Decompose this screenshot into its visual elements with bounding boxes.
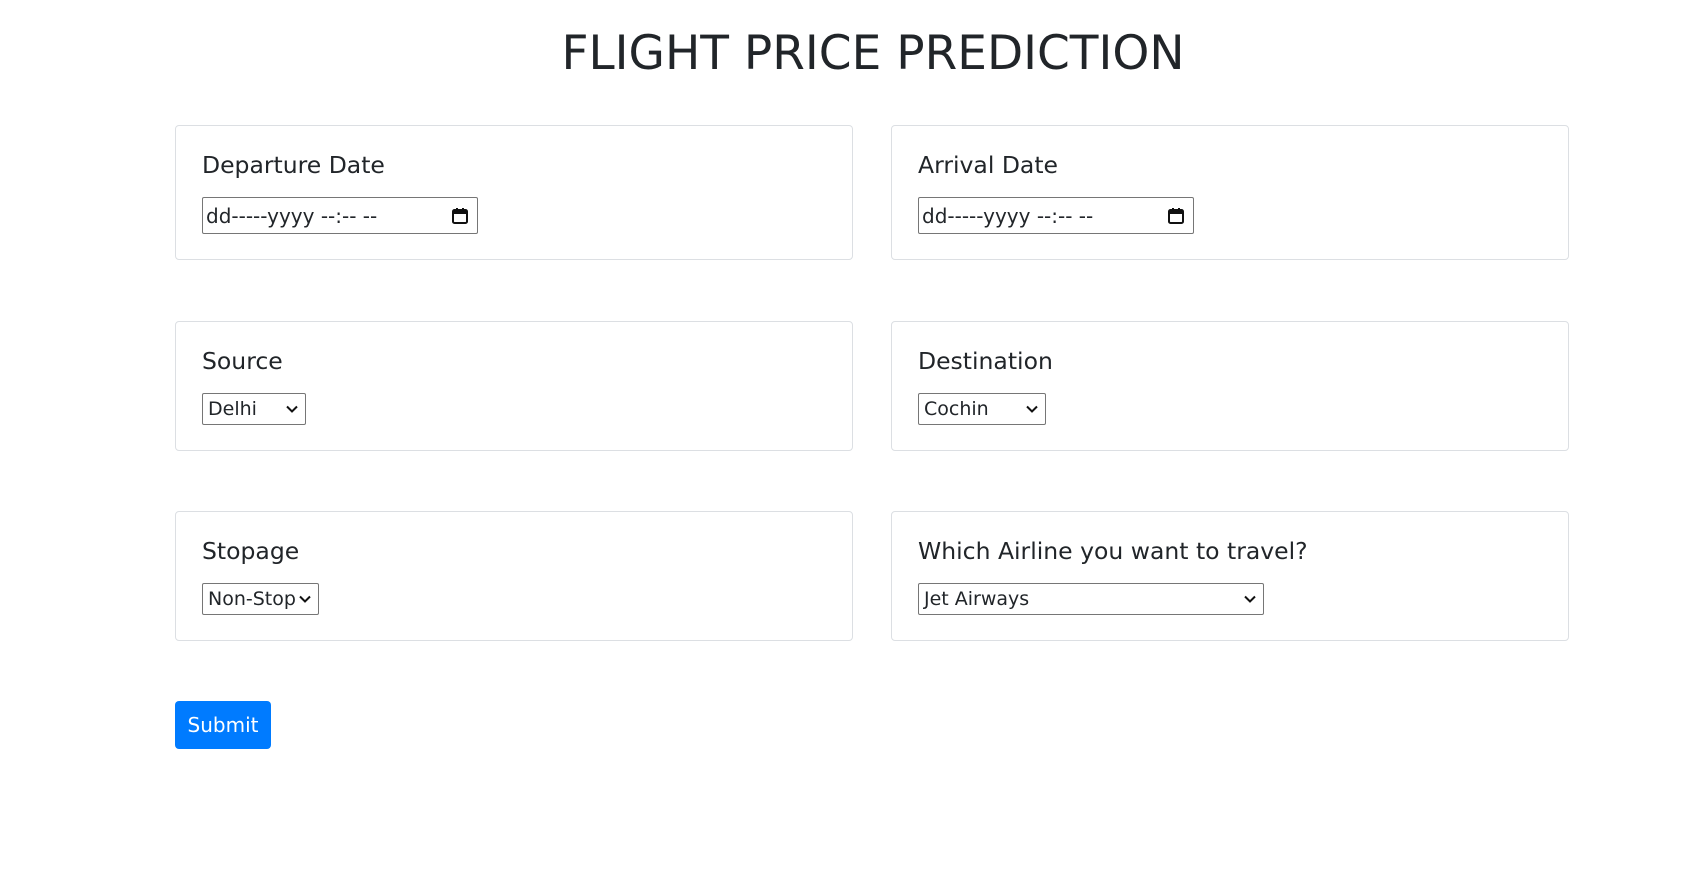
destination-card: Destination Cochin [891,321,1569,451]
chevron-down-icon [1023,400,1041,418]
chevron-down-icon [296,590,314,608]
stopage-selected-value: Non-Stop [208,588,296,610]
chevron-down-icon [1241,590,1259,608]
source-selected-value: Delhi [208,398,257,420]
departure-date-card: Departure Date dd-----yyyy --:-- -- [175,125,853,260]
calendar-icon[interactable] [449,205,471,227]
airline-select[interactable]: Jet Airways [918,583,1264,615]
arrival-date-label: Arrival Date [918,151,1058,179]
destination-select[interactable]: Cochin [918,393,1046,425]
departure-date-placeholder: dd-----yyyy --:-- -- [206,203,378,228]
page-title: FLIGHT PRICE PREDICTION [561,26,1185,81]
calendar-icon[interactable] [1165,205,1187,227]
airline-selected-value: Jet Airways [924,588,1030,610]
arrival-date-input[interactable]: dd-----yyyy --:-- -- [918,197,1194,234]
source-card: Source Delhi [175,321,853,451]
stopage-select[interactable]: Non-Stop [202,583,319,615]
stopage-card: Stopage Non-Stop [175,511,853,641]
stopage-label: Stopage [202,537,300,565]
departure-date-input[interactable]: dd-----yyyy --:-- -- [202,197,478,234]
source-label: Source [202,347,283,375]
airline-card: Which Airline you want to travel? Jet Ai… [891,511,1569,641]
arrival-date-placeholder: dd-----yyyy --:-- -- [922,203,1094,228]
airline-label: Which Airline you want to travel? [918,537,1308,565]
destination-label: Destination [918,347,1053,375]
submit-button[interactable]: Submit [175,701,271,749]
arrival-date-card: Arrival Date dd-----yyyy --:-- -- [891,125,1569,260]
chevron-down-icon [283,400,301,418]
source-select[interactable]: Delhi [202,393,306,425]
destination-selected-value: Cochin [924,398,989,420]
departure-date-label: Departure Date [202,151,385,179]
